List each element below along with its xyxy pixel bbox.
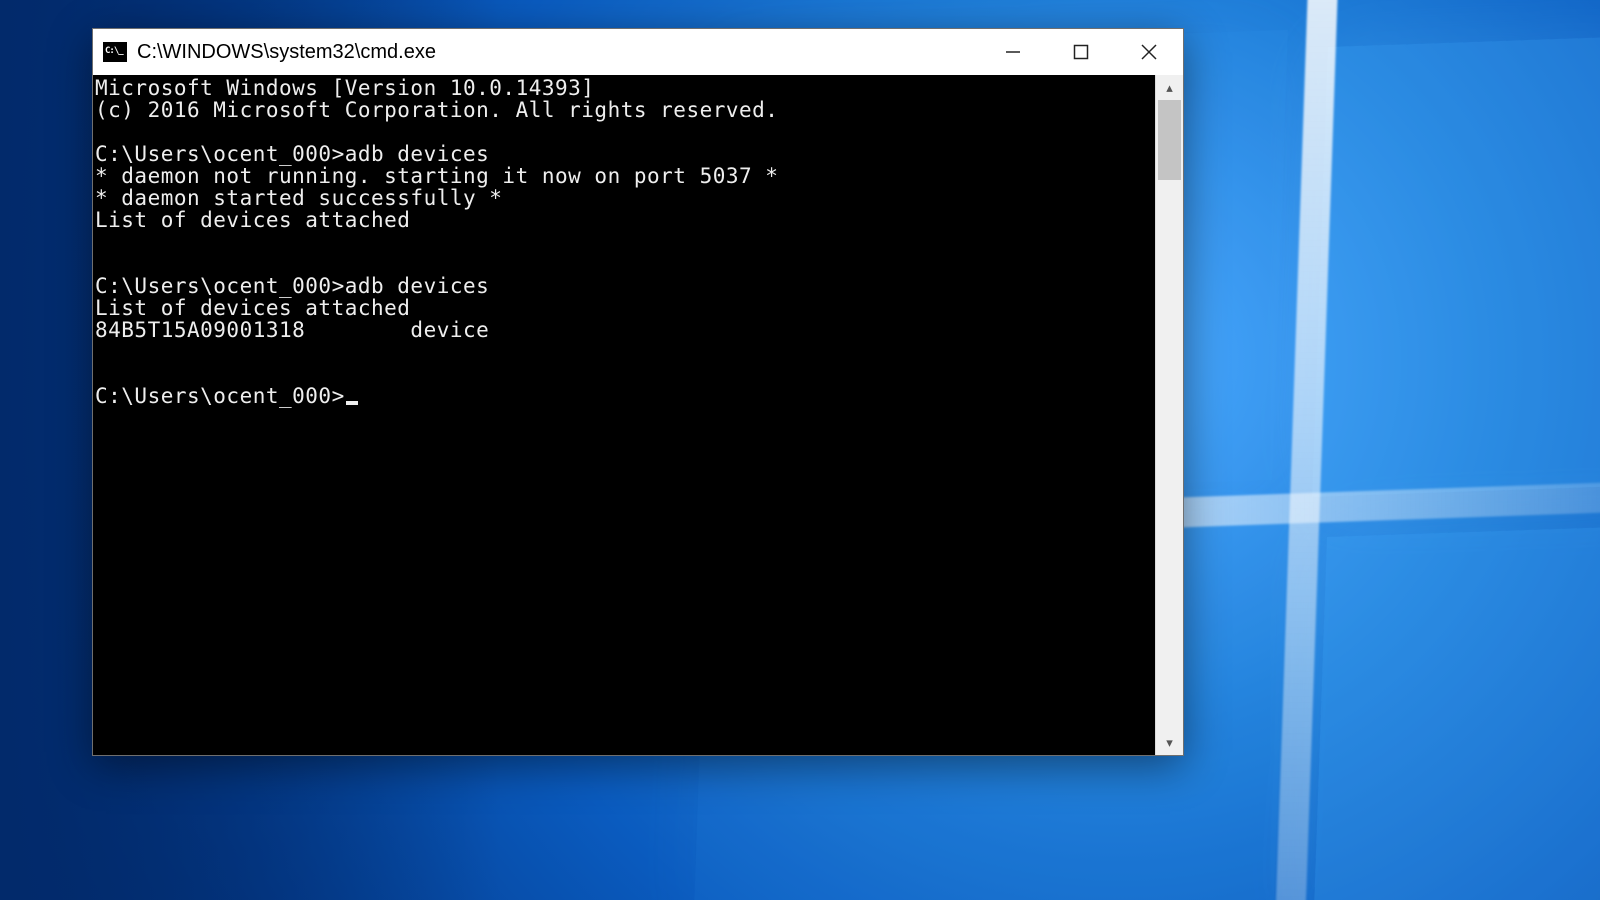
- terminal-line: [95, 341, 1153, 363]
- desktop-wallpaper: C:\WINDOWS\system32\cmd.exe Microso: [0, 0, 1600, 900]
- titlebar[interactable]: C:\WINDOWS\system32\cmd.exe: [93, 29, 1183, 75]
- terminal-line: C:\Users\ocent_000>adb devices: [95, 143, 1153, 165]
- text-cursor: [346, 401, 358, 405]
- scroll-down-arrow-icon[interactable]: ▾: [1156, 730, 1183, 755]
- terminal-line: (c) 2016 Microsoft Corporation. All righ…: [95, 99, 1153, 121]
- scroll-thumb[interactable]: [1158, 100, 1181, 180]
- scroll-track[interactable]: [1156, 100, 1183, 730]
- close-button[interactable]: [1115, 29, 1183, 75]
- terminal-line: [95, 231, 1153, 253]
- cmd-app-icon: [103, 42, 127, 62]
- terminal-line: 84B5T15A09001318 device: [95, 319, 1153, 341]
- maximize-button[interactable]: [1047, 29, 1115, 75]
- terminal-line: [95, 253, 1153, 275]
- vertical-scrollbar[interactable]: ▴ ▾: [1155, 75, 1183, 755]
- terminal-line: List of devices attached: [95, 297, 1153, 319]
- terminal-output[interactable]: Microsoft Windows [Version 10.0.14393](c…: [93, 75, 1155, 755]
- terminal-line: C:\Users\ocent_000>: [95, 385, 1153, 407]
- window-title: C:\WINDOWS\system32\cmd.exe: [137, 41, 436, 64]
- minimize-icon: [1005, 44, 1021, 60]
- scroll-up-arrow-icon[interactable]: ▴: [1156, 75, 1183, 100]
- terminal-line: [95, 363, 1153, 385]
- terminal-line: * daemon not running. starting it now on…: [95, 165, 1153, 187]
- minimize-button[interactable]: [979, 29, 1047, 75]
- terminal-line: [95, 121, 1153, 143]
- maximize-icon: [1073, 44, 1089, 60]
- terminal-line: List of devices attached: [95, 209, 1153, 231]
- terminal-line: * daemon started successfully *: [95, 187, 1153, 209]
- close-icon: [1141, 44, 1157, 60]
- terminal-line: Microsoft Windows [Version 10.0.14393]: [95, 77, 1153, 99]
- terminal-line: C:\Users\ocent_000>adb devices: [95, 275, 1153, 297]
- cmd-window: C:\WINDOWS\system32\cmd.exe Microso: [92, 28, 1184, 756]
